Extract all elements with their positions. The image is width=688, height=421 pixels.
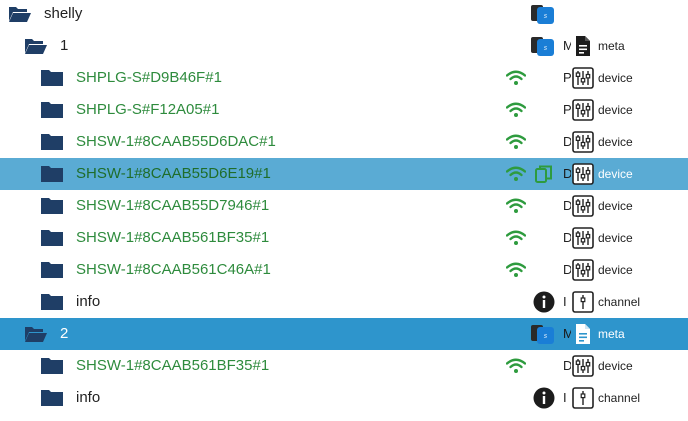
wifi-icon (506, 198, 526, 213)
tree-row-name: SHSW-1#8CAAB561C46A#1 (76, 261, 271, 278)
tree-row-role: I (563, 294, 567, 309)
tree-row[interactable]: SHPLG-S#F12A05#1 Pdevice (0, 94, 688, 126)
tree-row-name: SHSW-1#8CAAB55D7946#1 (76, 197, 270, 214)
tree-row-name: info (76, 293, 101, 310)
tree-row-role: D (563, 358, 571, 373)
wifi-icon (506, 70, 526, 85)
folder-icon[interactable] (40, 133, 64, 151)
shelly-icon: S (531, 325, 554, 344)
tree-row[interactable]: SHSW-1#8CAAB561BF35#1 Ddevice (0, 222, 688, 254)
wifi-icon (506, 262, 526, 277)
tree-row-name: SHSW-1#8CAAB55D6DAC#1 (76, 133, 276, 150)
tree-row-role: M (563, 38, 571, 53)
device-icon (572, 163, 594, 185)
folder-icon[interactable] (40, 101, 64, 119)
device-icon (572, 259, 594, 281)
tree-row-name: info (76, 389, 101, 406)
device-icon (572, 227, 594, 249)
tree-row-type: device (598, 263, 633, 277)
tree-row-role: P (563, 102, 571, 117)
info-icon (533, 387, 555, 409)
tree-row-type: device (598, 71, 633, 85)
tree-row[interactable]: SHSW-1#8CAAB55D7946#1 Ddevice (0, 190, 688, 222)
object-tree: shelly S 1 S Mmeta SHPLG-S#D9B46F#1 Pdevice S… (0, 0, 688, 421)
device-icon (572, 67, 594, 89)
shelly-icon: S (531, 37, 554, 56)
device-icon (572, 355, 594, 377)
tree-row[interactable]: info Ichannel (0, 286, 688, 318)
wifi-icon (506, 102, 526, 117)
folder-icon[interactable] (40, 261, 64, 279)
device-icon (572, 195, 594, 217)
tree-row-type: channel (598, 391, 641, 405)
tree-row-role: P (563, 70, 571, 85)
tree-row-name: shelly (44, 5, 83, 22)
tree-row-name: SHPLG-S#D9B46F#1 (76, 69, 222, 86)
tree-row-type: device (598, 167, 633, 181)
document-icon (576, 36, 590, 56)
folder-open-icon[interactable] (24, 37, 48, 55)
folder-open-icon[interactable] (24, 325, 48, 343)
tree-row-role: D (563, 198, 571, 213)
tree-row-type: device (598, 103, 633, 117)
tree-row[interactable]: SHSW-1#8CAAB55D6DAC#1 Ddevice (0, 126, 688, 158)
tree-row-type: channel (598, 295, 641, 309)
tree-row-name: 2 (60, 325, 69, 342)
tree-row[interactable]: SHSW-1#8CAAB561C46A#1 Ddevice (0, 254, 688, 286)
device-icon (572, 99, 594, 121)
tree-row[interactable]: info Ichannel (0, 382, 688, 414)
tree-row[interactable]: SHSW-1#8CAAB55D6E19#1 Ddevice (0, 158, 688, 190)
tree-row-role: D (563, 230, 571, 245)
tree-row-name: SHSW-1#8CAAB561BF35#1 (76, 357, 270, 374)
folder-icon[interactable] (40, 69, 64, 87)
wifi-icon (506, 358, 526, 373)
folder-icon[interactable] (40, 389, 64, 407)
folder-icon[interactable] (40, 165, 64, 183)
tree-row-role: D (563, 262, 571, 277)
channel-icon (572, 291, 594, 313)
device-icon (572, 131, 594, 153)
wifi-icon (506, 230, 526, 245)
folder-icon[interactable] (40, 229, 64, 247)
wifi-icon (506, 134, 526, 149)
info-icon (533, 291, 555, 313)
shelly-icon: S (531, 5, 554, 24)
tree-row-type: device (598, 199, 633, 213)
tree-row-type: device (598, 135, 633, 149)
tree-row-type: device (598, 231, 633, 245)
tree-row-name: 1 (60, 37, 69, 54)
tree-row[interactable]: 2 S Mmeta (0, 318, 688, 350)
tree-row[interactable]: 1 S Mmeta (0, 30, 688, 62)
tree-row-name: SHPLG-S#F12A05#1 (76, 101, 220, 118)
tree-row-root[interactable]: shelly S (0, 0, 688, 30)
tree-row-type: meta (598, 327, 625, 341)
tree-row-role: M (563, 326, 571, 341)
tree-row[interactable]: SHPLG-S#D9B46F#1 Pdevice (0, 62, 688, 94)
tree-row-role: D (563, 166, 571, 181)
tree-row-type: device (598, 359, 633, 373)
tree-row-name: SHSW-1#8CAAB55D6E19#1 (76, 165, 271, 182)
document-icon (576, 324, 590, 344)
channel-icon (572, 387, 594, 409)
wifi-icon (506, 166, 526, 181)
tree-row-type: meta (598, 39, 625, 53)
folder-icon[interactable] (40, 293, 64, 311)
tree-row[interactable]: SHSW-1#8CAAB561BF35#1 Ddevice (0, 350, 688, 382)
folder-icon[interactable] (40, 197, 64, 215)
tree-row-role: I (563, 390, 567, 405)
copy-icon[interactable] (535, 165, 553, 183)
tree-row-name: SHSW-1#8CAAB561BF35#1 (76, 229, 270, 246)
tree-row-role: D (563, 134, 571, 149)
folder-open-icon[interactable] (8, 5, 32, 23)
folder-icon[interactable] (40, 357, 64, 375)
